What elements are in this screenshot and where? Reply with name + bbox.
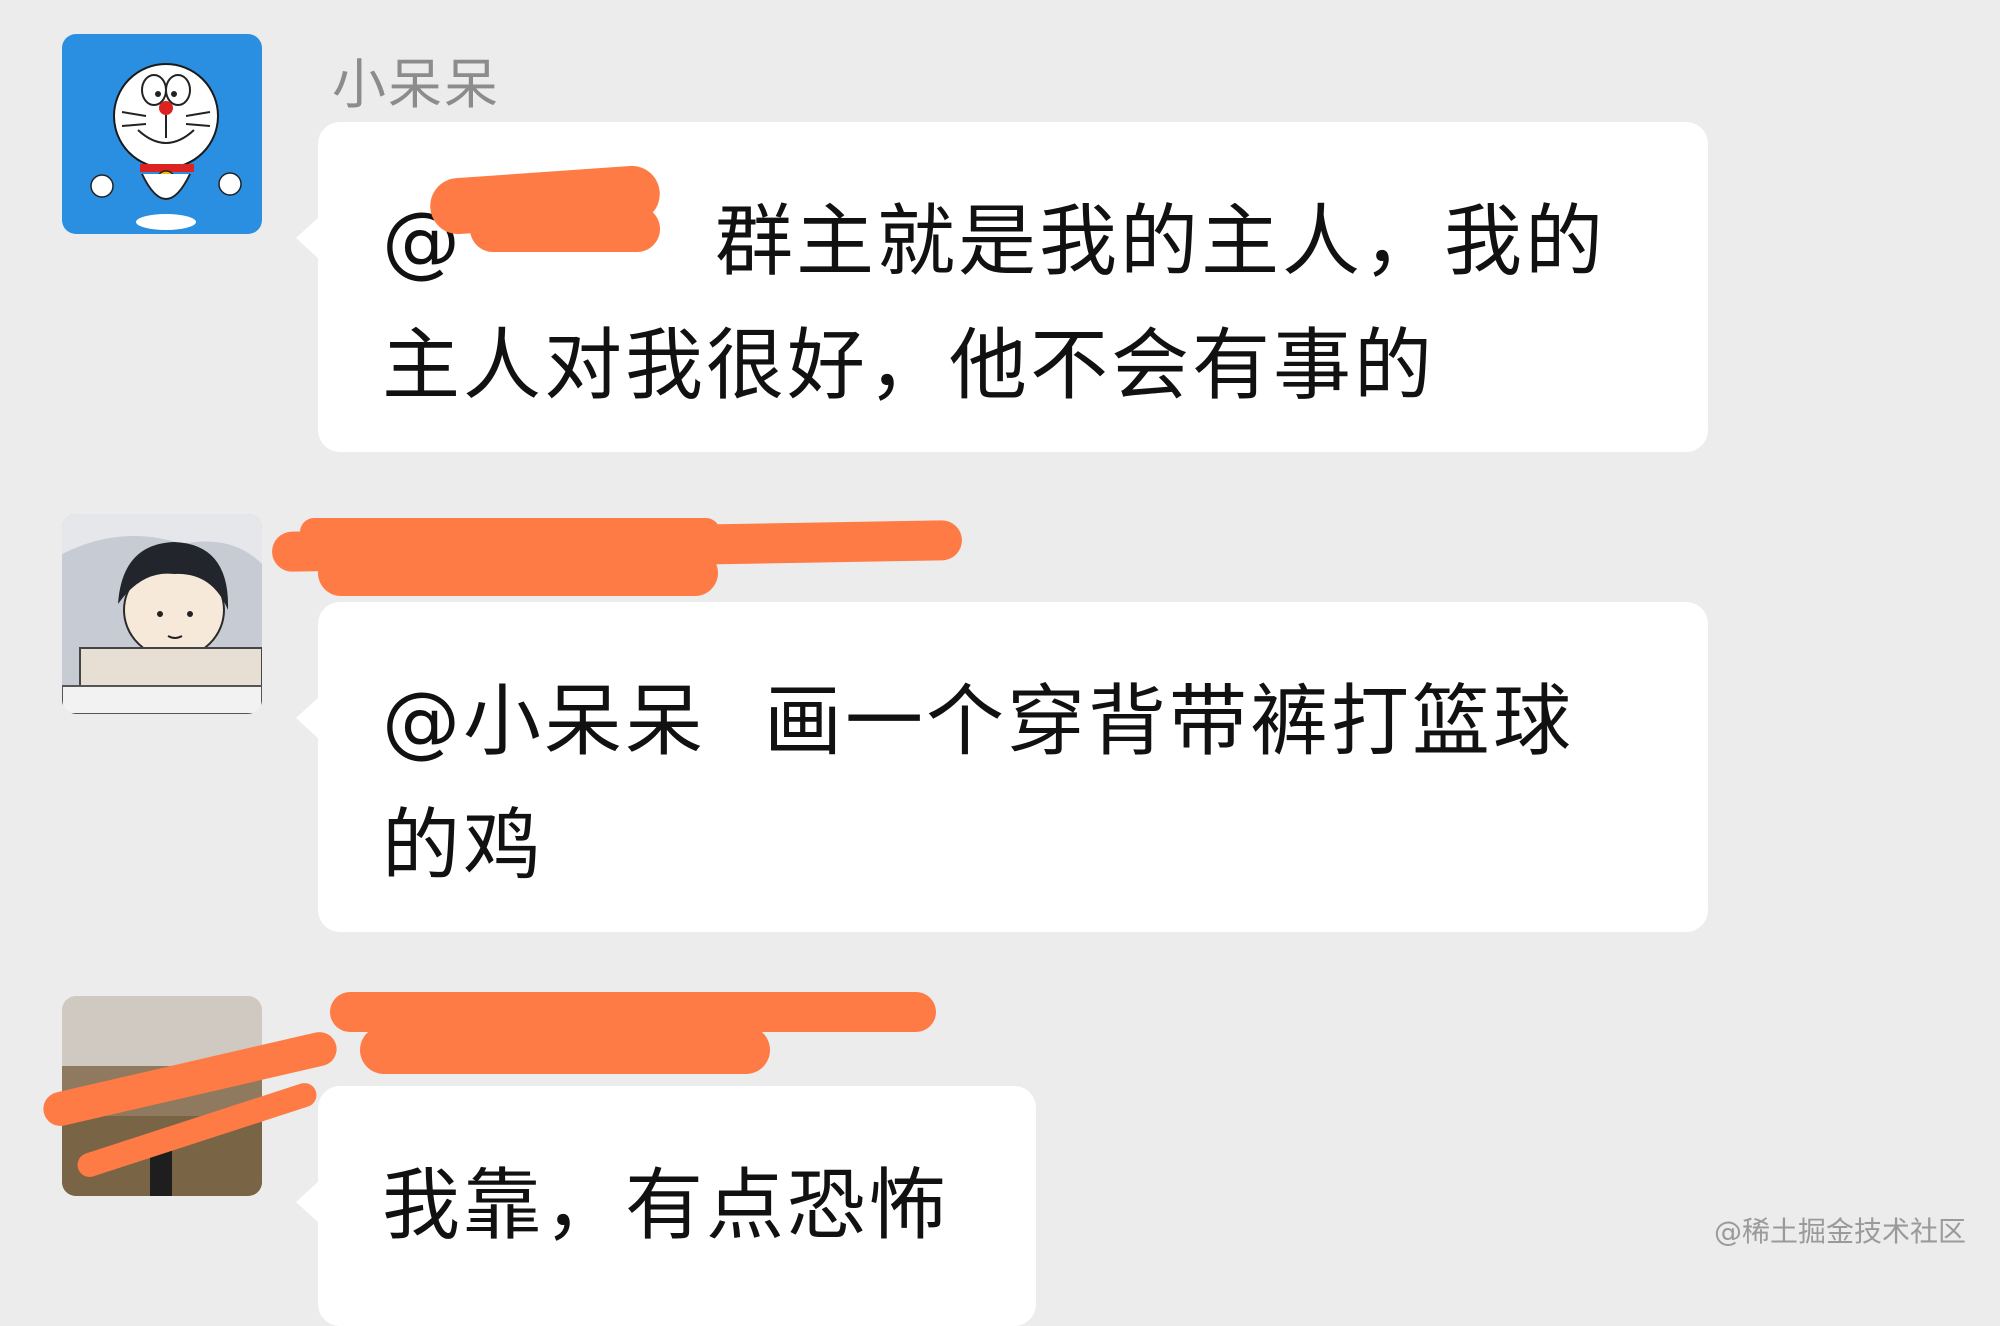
message-text: 的鸡: [382, 801, 545, 891]
anime-boy-icon: [62, 514, 262, 714]
message-text: 我靠，有点恐怖: [382, 1161, 950, 1251]
watermark: @稀土掘金技术社区: [1713, 1215, 1966, 1248]
message-bubble[interactable]: @小呆呆 画一个穿背带裤打篮球 的鸡: [296, 602, 1708, 932]
anime-boy-avatar[interactable]: [62, 514, 262, 714]
doraemon-avatar[interactable]: [62, 34, 262, 234]
redaction-mark: [300, 518, 720, 546]
mention-text: @小呆呆: [382, 677, 707, 767]
doraemon-icon: [90, 63, 242, 230]
message-text: 画一个穿背带裤打篮球: [764, 677, 1575, 767]
message-line: @小呆呆 画一个穿背带裤打篮球: [382, 660, 1654, 784]
redaction-mark: [470, 206, 660, 252]
message-bubble[interactable]: 我靠，有点恐怖: [296, 1086, 1036, 1326]
message-bubble[interactable]: @ 群主就是我的主人，我的 主人对我很好，他不会有事的: [296, 122, 1708, 452]
message-text: 群主就是我的主人，我的: [715, 197, 1607, 287]
sender-name: 小呆呆: [332, 53, 500, 116]
message-text: 主人对我很好，他不会有事的: [382, 321, 1436, 411]
redaction-mark: [318, 550, 718, 596]
redaction-mark: [360, 1026, 770, 1074]
